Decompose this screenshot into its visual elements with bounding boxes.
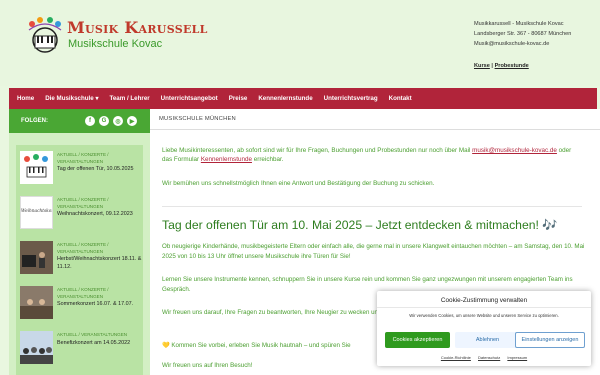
probestunde-link[interactable]: Probestunde <box>495 63 529 69</box>
nav-item-kontakt[interactable]: Kontakt <box>389 95 412 102</box>
post-title[interactable]: Weihnachtskonzert, 09.12.2023 <box>57 210 143 218</box>
logo-title: Musik Karussell <box>67 18 208 37</box>
main-navigation: Home Die Musikschule ▾ Team / Lehrer Unt… <box>9 88 597 109</box>
intro-text-c: erreichbar. <box>253 156 284 163</box>
intro-text: Liebe Musikinteressenten, ab sofort sind… <box>162 146 582 164</box>
header-links: Kurse | Probestunde <box>474 61 600 71</box>
chevron-down-icon: ▾ <box>95 95 99 102</box>
nav-item-kennenlernstunde[interactable]: Kennenlernstunde <box>258 95 312 102</box>
social-icons: f G ◎ ▶ <box>85 116 137 126</box>
email-link[interactable]: musik@musikschule-kovac.de <box>472 147 557 154</box>
privacy-link[interactable]: Datenschutz <box>478 355 500 360</box>
post-category[interactable]: AKTUELL / KONZERTE / VERANSTALTUNGEN <box>57 241 143 255</box>
list-item[interactable]: AKTUELL / KONZERTE / VERANSTALTUNGEN Som… <box>20 286 143 332</box>
kennenlernstunde-link[interactable]: Kennenlernstunde <box>201 156 252 163</box>
post-category[interactable]: AKTUELL / KONZERTE / VERANSTALTUNGEN <box>57 196 143 210</box>
site-header: Musik Karussell Musikschule Kovac Musikk… <box>0 0 600 86</box>
post-thumbnail <box>20 331 53 364</box>
contact-name: Musikkarussell - Musikschule Kovac <box>474 21 564 27</box>
header-contact: Musikkarussell - Musikschule Kovac Lands… <box>474 19 600 71</box>
facebook-icon[interactable]: f <box>85 116 95 126</box>
cookie-links: Cookie-Richtlinie Datenschutz Impressum <box>377 355 591 360</box>
post-category[interactable]: AKTUELL / KONZERTE / VERANSTALTUNGEN <box>57 286 143 300</box>
accept-cookies-button[interactable]: Cookies akzeptieren <box>385 332 450 348</box>
post-title[interactable]: Tag der offenen Tür, 10.05.2025 <box>57 165 143 173</box>
post-category[interactable]: AKTUELL / KONZERTE / VERANSTALTUNGEN <box>57 151 143 165</box>
paragraph: Ob neugierige Kinderhände, musikbegeiste… <box>162 243 585 260</box>
post-thumbnail-text: Weihnachtskonzert <box>21 209 52 214</box>
youtube-icon[interactable]: ▶ <box>127 116 137 126</box>
page-heading: Tag der offenen Tür am 10. Mai 2025 – Je… <box>162 218 558 232</box>
post-title[interactable]: Benefizkonzert am 14.05.2022 <box>57 339 143 347</box>
nav-item-unterrichtsvertrag[interactable]: Unterrichtsvertrag <box>324 95 378 102</box>
nav-item-unterrichtsangebot[interactable]: Unterrichtsangebot <box>161 95 218 102</box>
reject-cookies-button[interactable]: Ablehnen <box>455 332 520 348</box>
post-category[interactable]: AKTUELL / VERANSTALTUNGEN <box>57 331 143 338</box>
nav-item-team[interactable]: Team / Lehrer <box>110 95 150 102</box>
post-title[interactable]: Sommerkonzert 16.07. & 17.07. <box>57 300 143 308</box>
cookie-consent-dialog: Cookie-Zustimmung verwalten Wir verwende… <box>377 291 591 366</box>
nav-item-label: Die Musikschule <box>45 95 94 102</box>
breadcrumb: MUSIKSCHULE MÜNCHEN <box>159 116 236 122</box>
post-thumbnail: Weihnachtskonzert <box>20 196 53 229</box>
recent-posts: AKTUELL / KONZERTE / VERANSTALTUNGEN Tag… <box>16 145 143 375</box>
list-item[interactable]: AKTUELL / KONZERTE / VERANSTALTUNGEN Her… <box>20 241 143 287</box>
divider <box>377 307 591 308</box>
nav-item-die-musikschule[interactable]: Die Musikschule ▾ <box>45 95 98 102</box>
divider <box>150 129 600 130</box>
imprint-link[interactable]: Impressum <box>507 355 527 360</box>
intro-text-a: Liebe Musikinteressenten, ab sofort sind… <box>162 147 471 154</box>
post-thumbnail <box>20 241 53 274</box>
cookie-settings-button[interactable]: Einstellungen anzeigen <box>515 332 585 348</box>
sidebar: FOLGEN: f G ◎ ▶ AKTUELL / KONZERTE / VER… <box>9 109 150 375</box>
site-logo[interactable]: Musik Karussell Musikschule Kovac <box>26 16 207 60</box>
music-carousel-logo-icon <box>28 17 62 53</box>
google-icon[interactable]: G <box>99 116 109 126</box>
list-item[interactable]: AKTUELL / VERANSTALTUNGEN Benefizkonzert… <box>20 331 143 375</box>
logo-subtitle: Musikschule Kovac <box>68 38 163 50</box>
instagram-icon[interactable]: ◎ <box>113 116 123 126</box>
follow-bar: FOLGEN: f G ◎ ▶ <box>9 109 150 133</box>
intro-text-2: Wir bemühen uns schnellstmöglich Ihnen e… <box>162 180 435 187</box>
follow-label: FOLGEN: <box>21 118 48 124</box>
contact-email[interactable]: Musik@musikschule-kovac.de <box>474 39 600 49</box>
list-item[interactable]: AKTUELL / KONZERTE / VERANSTALTUNGEN Tag… <box>20 151 143 197</box>
cookie-title: Cookie-Zustimmung verwalten <box>440 297 528 304</box>
nav-item-preise[interactable]: Preise <box>229 95 248 102</box>
kurse-link[interactable]: Kurse <box>474 63 490 69</box>
contact-address: Landsberger Str. 367 - 80687 München <box>474 31 572 37</box>
post-title[interactable]: Herbst/Weihnachtskonzert 18.11. & 11.12. <box>57 255 143 271</box>
post-thumbnail <box>20 286 53 319</box>
cookie-text: Wir verwenden Cookies, um unsere Website… <box>409 313 559 318</box>
nav-item-home[interactable]: Home <box>17 95 34 102</box>
post-thumbnail <box>20 151 53 184</box>
link-separator: | <box>491 63 493 69</box>
list-item[interactable]: Weihnachtskonzert AKTUELL / KONZERTE / V… <box>20 196 143 242</box>
divider <box>162 206 582 207</box>
cookie-policy-link[interactable]: Cookie-Richtlinie <box>441 355 471 360</box>
